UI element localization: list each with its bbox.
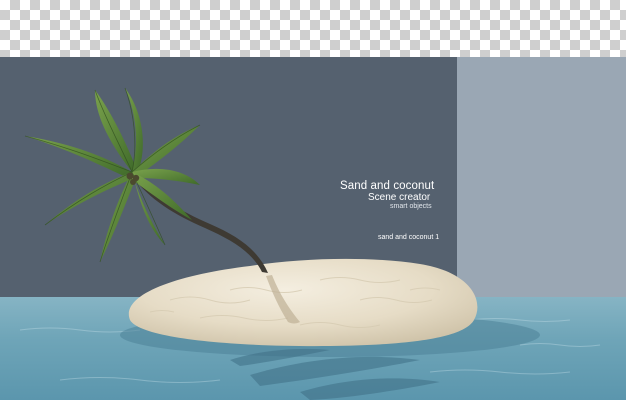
scene-label: sand and coconut 1 (378, 234, 440, 241)
scene-illustration (19, 87, 601, 400)
coconut-palm (24, 87, 268, 273)
sand-island (128, 258, 478, 347)
scene-caption: smart objects (390, 203, 432, 210)
scene-title: Sand and coconut (340, 180, 435, 192)
scene-subtitle: Scene creator (368, 192, 431, 203)
